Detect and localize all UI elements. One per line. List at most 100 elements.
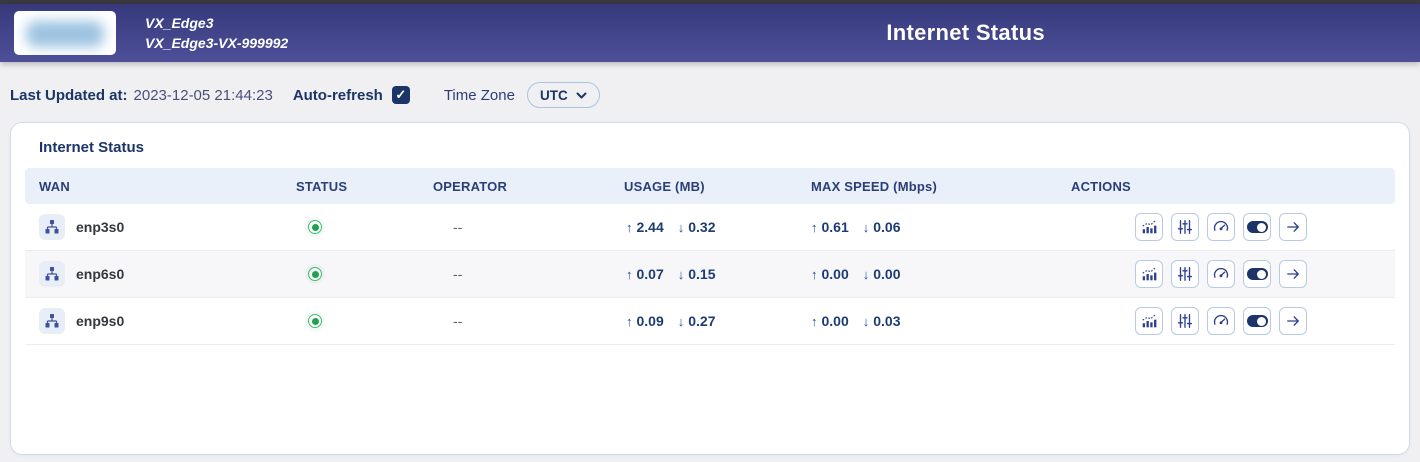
speed-upload-value: 0.00	[822, 313, 849, 329]
col-header-max-speed: MAX SPEED (Mbps)	[785, 179, 1035, 194]
auto-refresh-group: Auto-refresh ✓	[293, 86, 410, 104]
status-cell	[270, 267, 405, 281]
bar-chart-icon	[1140, 312, 1158, 330]
network-topology-icon	[39, 214, 65, 240]
internet-status-card: Internet Status WAN STATUS OPERATOR USAG…	[10, 122, 1410, 455]
configuration-button[interactable]	[1171, 307, 1199, 335]
download-arrow-icon: ↓	[678, 314, 685, 329]
speed-download-value: 0.00	[873, 266, 900, 282]
usage-cell: ↑2.44 ↓0.32	[600, 219, 785, 235]
operator-cell: --	[405, 266, 600, 282]
configuration-button[interactable]	[1171, 260, 1199, 288]
table-header-row: WAN STATUS OPERATOR USAGE (MB) MAX SPEED…	[25, 168, 1395, 204]
table-row: enp6s0 -- ↑0.07 ↓0.15 ↑0.00 ↓0.00	[25, 251, 1395, 298]
check-icon: ✓	[395, 87, 406, 103]
col-header-usage: USAGE (MB)	[600, 179, 785, 194]
usage-upload-value: 0.09	[637, 313, 664, 329]
sliders-icon	[1176, 218, 1194, 236]
download-arrow-icon: ↓	[678, 267, 685, 282]
timezone-value: UTC	[540, 88, 568, 103]
status-toolbar: Last Updated at: 2023-12-05 21:44:23 Aut…	[0, 62, 1420, 122]
usage-download-value: 0.32	[688, 219, 715, 235]
statistics-button[interactable]	[1135, 213, 1163, 241]
speed-upload-value: 0.00	[822, 266, 849, 282]
arrow-right-icon	[1285, 266, 1301, 282]
wan-name: enp3s0	[76, 219, 124, 235]
usage-cell: ↑0.09 ↓0.27	[600, 313, 785, 329]
actions-cell	[1035, 260, 1395, 288]
enable-toggle-button[interactable]	[1243, 213, 1271, 241]
enable-toggle-button[interactable]	[1243, 307, 1271, 335]
col-header-operator: OPERATOR	[405, 179, 600, 194]
download-arrow-icon: ↓	[863, 314, 870, 329]
speed-download-value: 0.03	[873, 313, 900, 329]
details-button[interactable]	[1279, 213, 1307, 241]
speedometer-icon	[1212, 218, 1230, 236]
bar-chart-icon	[1140, 265, 1158, 283]
speed-test-button[interactable]	[1207, 307, 1235, 335]
usage-upload-value: 2.44	[637, 219, 664, 235]
device-id: VX_Edge3-VX-999992	[145, 33, 288, 53]
statistics-button[interactable]	[1135, 307, 1163, 335]
details-button[interactable]	[1279, 260, 1307, 288]
table-row: enp3s0 -- ↑ 2.44 ↓ 0.32 ↑ 0.61 ↓0.06	[25, 204, 1395, 251]
speed-test-button[interactable]	[1207, 213, 1235, 241]
network-topology-icon	[39, 308, 65, 334]
wan-cell: enp9s0	[25, 308, 270, 334]
status-up-indicator	[308, 314, 322, 328]
statistics-button[interactable]	[1135, 260, 1163, 288]
timezone-select[interactable]: UTC	[527, 82, 600, 108]
configuration-button[interactable]	[1171, 213, 1199, 241]
status-up-indicator	[308, 267, 322, 281]
arrow-right-icon	[1285, 219, 1301, 235]
card-title: Internet Status	[39, 139, 1395, 156]
speedometer-icon	[1212, 265, 1230, 283]
upload-arrow-icon: ↑	[626, 314, 633, 329]
col-header-wan: WAN	[25, 179, 270, 194]
status-cell	[270, 314, 405, 328]
chevron-down-icon	[576, 92, 587, 99]
toggle-on-icon	[1247, 268, 1268, 280]
table-row: enp9s0 -- ↑0.09 ↓0.27 ↑0.00 ↓0.03	[25, 298, 1395, 345]
arrow-right-icon	[1285, 313, 1301, 329]
speed-download-value: 0.06	[873, 219, 900, 235]
toggle-on-icon	[1247, 315, 1268, 327]
toggle-on-icon	[1247, 221, 1268, 233]
wan-name: enp9s0	[76, 313, 124, 329]
bar-chart-icon	[1140, 218, 1158, 236]
operator-cell: --	[405, 219, 600, 235]
col-header-actions: ACTIONS	[1035, 179, 1395, 194]
download-arrow-icon: ↓	[863, 220, 870, 235]
status-cell	[270, 220, 405, 234]
operator-cell: --	[405, 313, 600, 329]
auto-refresh-checkbox[interactable]: ✓	[392, 86, 410, 104]
upload-arrow-icon: ↑	[626, 267, 633, 282]
max-speed-cell: ↑ 0.61 ↓0.06	[785, 219, 1035, 235]
status-up-indicator	[308, 220, 322, 234]
wan-cell: enp3s0	[25, 214, 270, 240]
col-header-status: STATUS	[270, 179, 405, 194]
details-button[interactable]	[1279, 307, 1307, 335]
speed-test-button[interactable]	[1207, 260, 1235, 288]
auto-refresh-label: Auto-refresh	[293, 87, 383, 104]
timezone-label: Time Zone	[444, 87, 515, 104]
download-arrow-icon: ↓	[863, 267, 870, 282]
app-header: VX_Edge3 VX_Edge3-VX-999992 Internet Sta…	[0, 4, 1420, 62]
enable-toggle-button[interactable]	[1243, 260, 1271, 288]
wan-name: enp6s0	[76, 266, 124, 282]
last-updated-value: 2023-12-05 21:44:23	[134, 87, 273, 104]
upload-arrow-icon: ↑	[626, 220, 633, 235]
actions-cell	[1035, 213, 1395, 241]
upload-arrow-icon: ↑	[811, 314, 818, 329]
sliders-icon	[1176, 312, 1194, 330]
device-name: VX_Edge3	[145, 13, 288, 33]
upload-arrow-icon: ↑	[811, 220, 818, 235]
speed-upload-value: 0.61	[822, 219, 849, 235]
device-info: VX_Edge3 VX_Edge3-VX-999992	[145, 13, 288, 53]
upload-arrow-icon: ↑	[811, 267, 818, 282]
max-speed-cell: ↑ 0.00 ↓0.03	[785, 313, 1035, 329]
last-updated-label: Last Updated at:	[10, 87, 128, 104]
usage-upload-value: 0.07	[637, 266, 664, 282]
usage-download-value: 0.15	[688, 266, 715, 282]
page-title: Internet Status	[886, 20, 1045, 46]
